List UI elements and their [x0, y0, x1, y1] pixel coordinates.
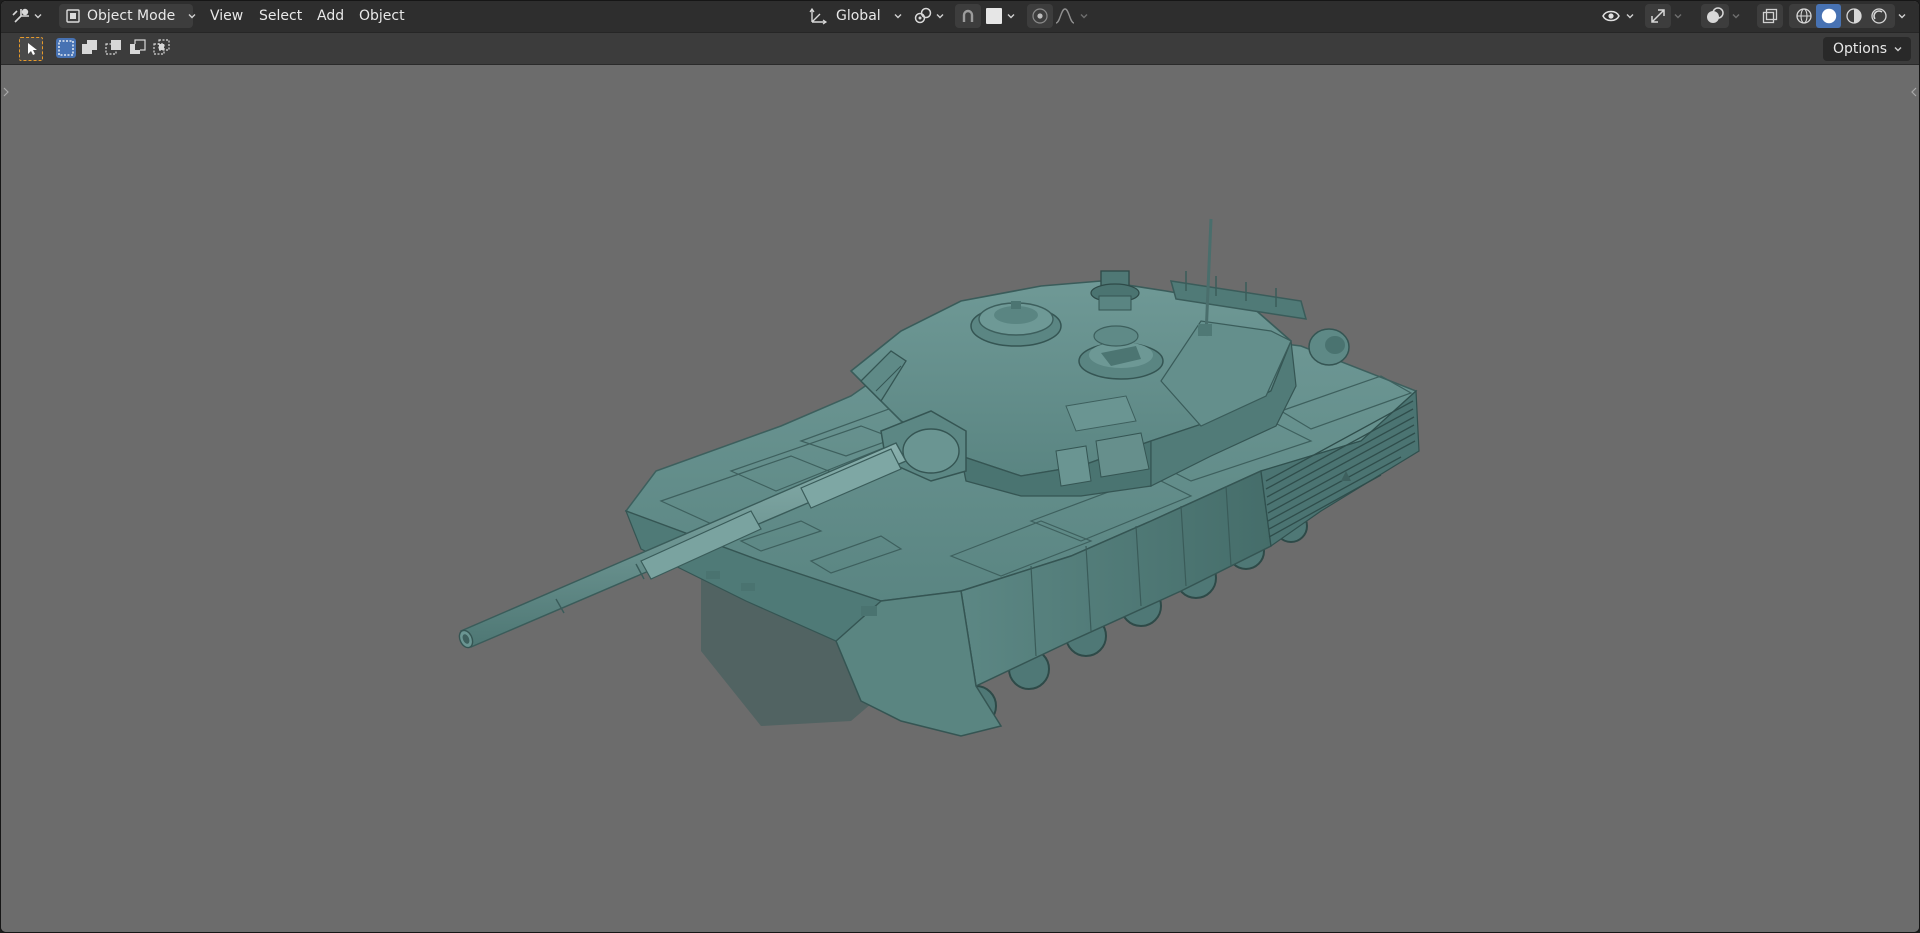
rendered-shading-button[interactable]: [1866, 4, 1891, 28]
chevron-down-icon: [1079, 11, 1089, 21]
object-mode-icon: [65, 8, 81, 24]
orientation-label: Global: [836, 8, 881, 24]
chevron-down-icon: [1897, 11, 1907, 21]
object-mode-dropdown[interactable]: Object Mode: [59, 4, 196, 28]
snap-target-dropdown[interactable]: [983, 4, 1019, 28]
mode-subtract-icon: [104, 38, 124, 62]
viewport-header: Object Mode View Select Add Object Globa…: [1, 1, 1919, 33]
object-mode-label: Object Mode: [87, 8, 176, 24]
rendered-icon: [1870, 8, 1887, 24]
pivot-icon: [913, 6, 933, 26]
wireframe-icon: [1795, 8, 1812, 24]
options-dropdown[interactable]: Options: [1822, 37, 1911, 61]
proportional-editing-icon: [1031, 7, 1049, 25]
material-preview-icon: [1845, 8, 1862, 24]
select-mode-subtract-button[interactable]: [104, 38, 124, 58]
blender-window: Object Mode View Select Add Object Globa…: [0, 0, 1920, 933]
mode-intersect-icon: [152, 38, 172, 62]
3d-viewport[interactable]: [1, 65, 1919, 932]
select-mode-difference-button[interactable]: [128, 38, 148, 58]
menu-select[interactable]: Select: [255, 4, 306, 28]
snap-toggle[interactable]: [955, 4, 981, 28]
xray-toggle[interactable]: [1757, 4, 1783, 28]
chevron-down-icon: [1625, 11, 1635, 21]
menu-add[interactable]: Add: [313, 4, 348, 28]
gizmo-toggle[interactable]: [1645, 4, 1671, 28]
select-mode-extend-button[interactable]: [80, 38, 100, 58]
options-label: Options: [1832, 41, 1887, 57]
viewport-editor-icon: [11, 6, 33, 26]
tool-settings-header: Options: [1, 33, 1919, 65]
mode-set-icon: [56, 38, 76, 62]
menu-view[interactable]: View: [206, 4, 247, 28]
chevron-down-icon: [33, 11, 43, 21]
select-mode-set-button[interactable]: [56, 38, 76, 58]
xray-icon: [1762, 8, 1778, 24]
chevron-down-icon: [1006, 11, 1016, 21]
eye-icon: [1601, 7, 1621, 25]
object-visibility-dropdown[interactable]: [1601, 4, 1639, 28]
overlays-toggle[interactable]: [1701, 4, 1729, 28]
solid-shading-button[interactable]: [1816, 4, 1841, 28]
gizmo-icon: [1649, 7, 1667, 25]
wireframe-shading-button[interactable]: [1791, 4, 1816, 28]
chevron-down-icon: [935, 11, 945, 21]
chevron-down-icon: [187, 11, 197, 21]
select-box-tool-icon: [20, 38, 42, 60]
falloff-dropdown[interactable]: [1055, 4, 1091, 28]
editor-type-button[interactable]: [11, 4, 51, 28]
pivot-point-dropdown[interactable]: [913, 4, 947, 28]
snap-icon: [959, 7, 977, 25]
overlays-dropdown[interactable]: [1731, 4, 1747, 28]
snap-element-icon: [986, 8, 1002, 24]
select-mode-intersect-button[interactable]: [152, 38, 172, 58]
shading-options-dropdown[interactable]: [1897, 4, 1913, 28]
chevron-down-icon: [893, 11, 903, 21]
active-tool-button[interactable]: [19, 37, 43, 61]
orientation-icon: [808, 6, 828, 26]
falloff-curve-icon: [1055, 7, 1075, 25]
overlays-icon: [1705, 6, 1725, 26]
chevron-down-icon: [1673, 11, 1683, 21]
transform-orientation-dropdown[interactable]: Global: [806, 4, 903, 28]
mode-extend-icon: [80, 38, 100, 62]
menu-object[interactable]: Object: [355, 4, 409, 28]
gizmo-dropdown[interactable]: [1673, 4, 1689, 28]
mode-difference-icon: [128, 38, 148, 62]
tank-model[interactable]: [1, 65, 1919, 932]
chevron-down-icon: [1893, 44, 1903, 54]
solid-icon: [1821, 8, 1836, 24]
material-preview-button[interactable]: [1841, 4, 1866, 28]
proportional-editing-toggle[interactable]: [1027, 4, 1053, 28]
chevron-down-icon: [1731, 11, 1741, 21]
shading-mode-group: [1789, 4, 1895, 28]
